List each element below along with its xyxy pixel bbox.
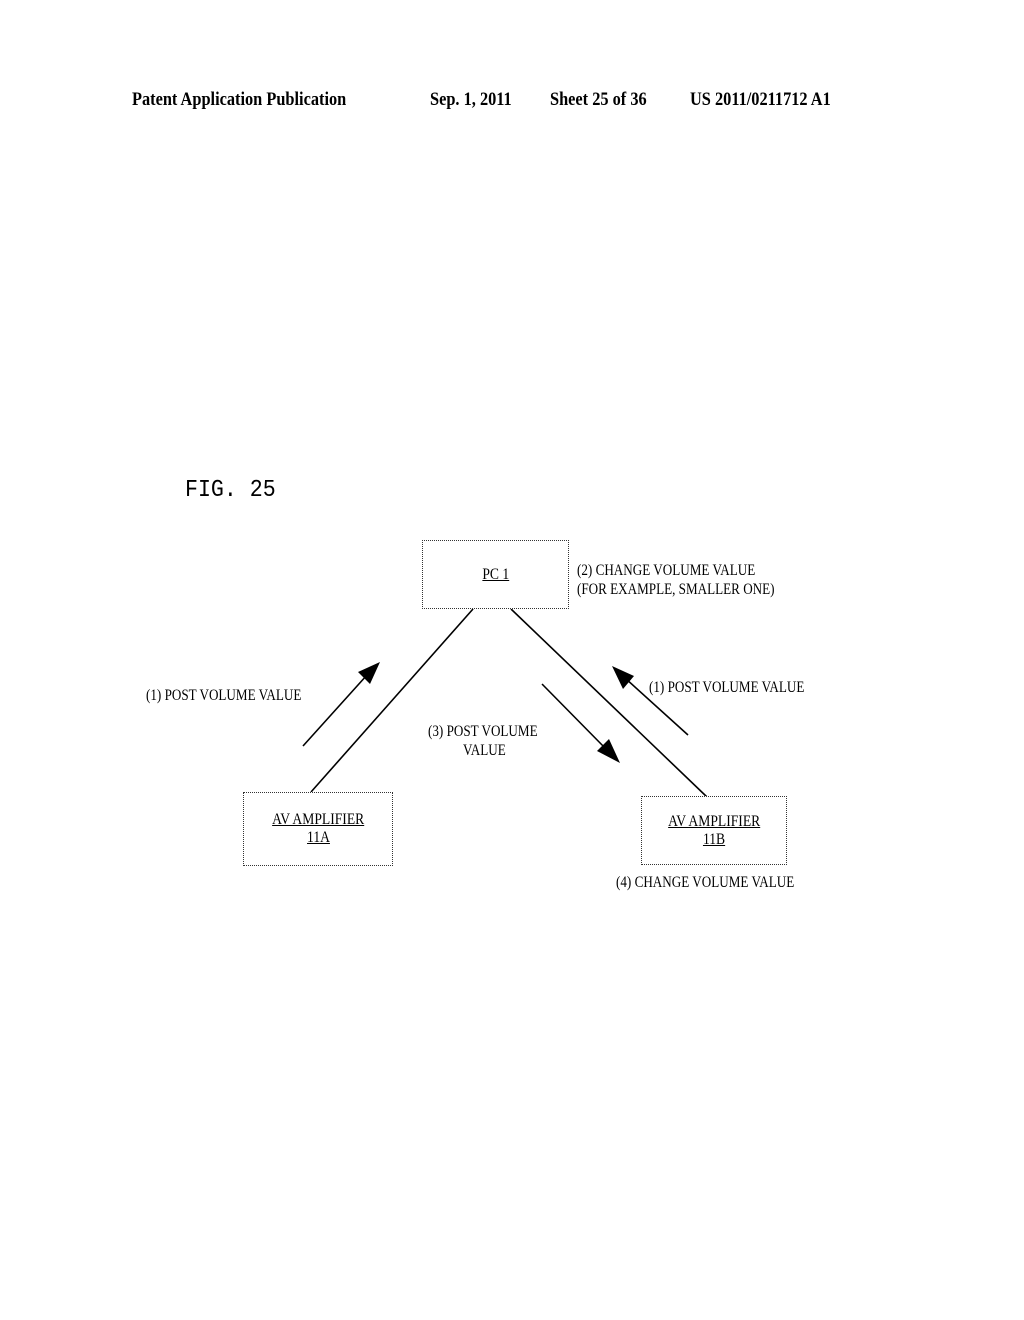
node-pc-label: PC 1	[482, 565, 509, 583]
node-av-amplifier-11b: AV AMPLIFIER 11B	[641, 796, 787, 865]
pc-note-line2: (FOR EXAMPLE, SMALLER ONE)	[577, 581, 775, 598]
arrow-amp-b-to-pc	[612, 666, 689, 736]
link-pc-to-amp-a	[310, 608, 474, 793]
label-right-post-volume: (1) POST VOLUME VALUE	[649, 679, 805, 696]
arrow-amp-a-to-pc	[302, 662, 380, 747]
label-left-post-volume: (1) POST VOLUME VALUE	[146, 687, 302, 704]
label-mid-post-line2: VALUE	[463, 742, 506, 759]
node-pc: PC 1	[422, 540, 569, 609]
node-amp-b-line1: AV AMPLIFIER	[667, 812, 761, 830]
connection-diagram	[302, 608, 708, 798]
label-amp-b-change-volume: (4) CHANGE VOLUME VALUE	[616, 874, 795, 891]
node-av-amplifier-11a: AV AMPLIFIER 11A	[243, 792, 393, 866]
link-pc-to-amp-b	[510, 608, 708, 798]
arrow-pc-to-amp-b	[541, 683, 620, 763]
node-amp-a-line1: AV AMPLIFIER	[271, 811, 365, 828]
label-mid-post-line1: (3) POST VOLUME	[428, 723, 538, 740]
pc-note-line1: (2) CHANGE VOLUME VALUE	[577, 562, 756, 579]
node-amp-b-line2: 11B	[702, 830, 726, 848]
node-amp-a-line2: 11A	[306, 829, 330, 846]
